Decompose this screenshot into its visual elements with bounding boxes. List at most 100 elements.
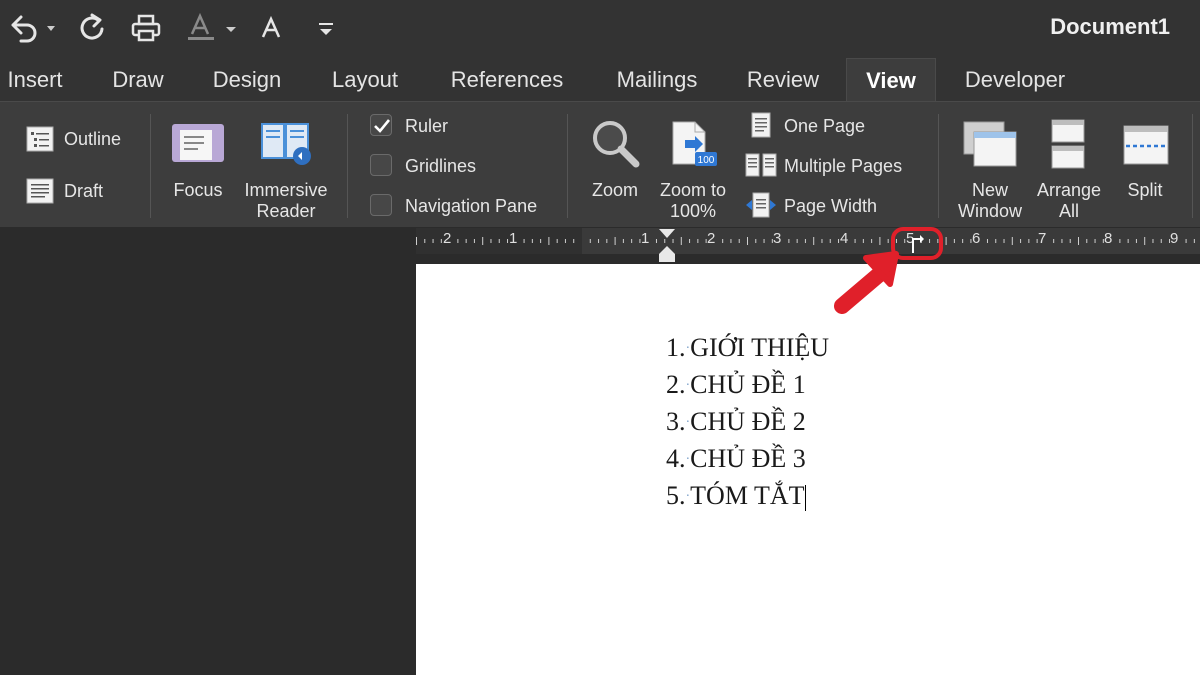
page-width-icon <box>746 192 776 218</box>
outline-icon <box>26 126 54 152</box>
horizontal-ruler[interactable]: 2 1 1 2 3 4 5 6 7 8 9 <box>416 228 1200 262</box>
checkmark-icon <box>374 119 391 133</box>
one-page-icon <box>751 112 771 138</box>
customize-toolbar-icon <box>319 23 333 35</box>
space-mark: · <box>685 452 691 467</box>
font-color-button[interactable] <box>184 10 240 46</box>
tab-review[interactable]: Review <box>738 58 828 102</box>
ribbon-view: Outline Draft Focus Immersive Reader Rul… <box>0 101 1200 227</box>
font-color-icon <box>188 12 236 40</box>
list-text: CHỦ ĐỀ 3 <box>690 444 806 473</box>
arrange-all-line2: All <box>1058 201 1079 221</box>
text-cursor <box>804 485 806 512</box>
list-text: CHỦ ĐỀ 2 <box>690 407 806 436</box>
space-mark: · <box>685 341 691 356</box>
list-number: 5. <box>666 481 686 510</box>
multiple-pages-label: Multiple Pages <box>784 156 903 176</box>
ruler-number: 1 <box>509 230 518 247</box>
arrange-all-label: Arrange All <box>1028 180 1110 222</box>
navigation-pane-label: Navigation Pane <box>405 196 538 216</box>
ribbon-separator <box>938 114 939 218</box>
immersive-reader-label: Immersive Reader <box>236 180 336 222</box>
gridlines-check-box[interactable] <box>370 154 392 176</box>
focus-label: Focus <box>173 180 223 200</box>
space-mark: · <box>685 489 691 504</box>
list-number: 2. <box>666 370 686 399</box>
draft-label: Draft <box>64 181 104 201</box>
space-mark: · <box>685 415 691 430</box>
list-item[interactable]: 3.·CHỦ ĐỀ 2 <box>666 406 829 443</box>
tab-references[interactable]: References <box>440 58 574 102</box>
ribbon-separator <box>347 114 348 218</box>
ruler-number: 2 <box>443 230 452 247</box>
zoom-label: Zoom <box>591 180 638 200</box>
list-item[interactable]: 1.·GIỚI THIỆU <box>666 332 829 369</box>
arrange-all-icon <box>1051 119 1085 169</box>
ruler-number: 1 <box>641 230 650 247</box>
new-window-icon <box>963 121 1017 167</box>
left-gray-area <box>0 254 416 675</box>
zoom-100-line2: 100% <box>669 201 717 221</box>
ruler-number: 2 <box>707 230 716 247</box>
new-window-line2: Window <box>957 201 1023 221</box>
print-button[interactable] <box>128 10 164 46</box>
list-number: 3. <box>666 407 686 436</box>
one-page-label: One Page <box>784 116 866 136</box>
tab-developer[interactable]: Developer <box>952 58 1078 102</box>
list-text: TÓM TẮT <box>690 481 805 510</box>
focus-icon <box>172 124 224 162</box>
ruler-number: 8 <box>1104 230 1113 247</box>
document-page[interactable]: 1.·GIỚI THIỆU 2.·CHỦ ĐỀ 1 3.·CHỦ ĐỀ 2 4.… <box>416 264 1200 675</box>
list-text: GIỚI THIỆU <box>690 333 830 362</box>
multiple-pages-icon <box>745 153 777 177</box>
immersive-reader-line1: Immersive <box>244 180 328 200</box>
ruler-label: Ruler <box>405 116 449 136</box>
navigation-pane-check-box[interactable] <box>370 194 392 216</box>
title-bar: Document1 <box>0 0 1200 58</box>
magnifier-icon <box>593 121 640 168</box>
list-item[interactable]: 2.·CHỦ ĐỀ 1 <box>666 369 829 406</box>
gridlines-label: Gridlines <box>405 156 477 176</box>
zoom-100-icon: 100 <box>672 121 717 166</box>
customize-toolbar-button[interactable] <box>312 10 340 46</box>
ruler-number: 7 <box>1038 230 1047 247</box>
tab-insert[interactable]: Insert <box>0 58 70 102</box>
print-icon <box>131 14 161 42</box>
split-label: Split <box>1127 180 1163 200</box>
numbered-list: 1.·GIỚI THIỆU 2.·CHỦ ĐỀ 1 3.·CHỦ ĐỀ 2 4.… <box>666 332 829 517</box>
tab-mailings[interactable]: Mailings <box>605 58 709 102</box>
outline-label: Outline <box>64 129 122 149</box>
document-title: Document1 <box>1050 14 1170 39</box>
undo-button[interactable] <box>6 10 56 46</box>
indent-marker-icon[interactable] <box>658 228 676 264</box>
font-icon <box>261 15 281 38</box>
list-item[interactable]: 5.·TÓM TẮT <box>666 480 829 517</box>
tab-view[interactable]: View <box>846 58 936 102</box>
list-number: 4. <box>666 444 686 473</box>
zoom-100-line1: Zoom to <box>659 180 727 200</box>
new-window-label: New Window <box>950 180 1030 222</box>
zoom-100-badge: 100 <box>698 155 715 166</box>
split-icon <box>1123 125 1169 165</box>
tab-draw[interactable]: Draw <box>100 58 176 102</box>
ruler-ticks <box>416 237 1195 245</box>
redo-icon <box>80 13 104 40</box>
page-width-label: Page Width <box>784 196 878 216</box>
list-number: 1. <box>666 333 686 362</box>
arrange-all-line1: Arrange <box>1036 180 1102 200</box>
immersive-reader-line2: Reader <box>256 201 316 221</box>
redo-button[interactable] <box>74 10 110 46</box>
ruler-number: 6 <box>972 230 981 247</box>
tab-design[interactable]: Design <box>200 58 294 102</box>
ruler-number: 3 <box>773 230 782 247</box>
space-mark: · <box>685 378 691 393</box>
undo-icon <box>11 15 55 43</box>
ribbon-tabs: Insert Draw Design Layout References Mai… <box>0 58 1200 102</box>
list-text: CHỦ ĐỀ 1 <box>690 370 806 399</box>
tab-layout[interactable]: Layout <box>320 58 410 102</box>
ribbon-separator <box>150 114 151 218</box>
annotation-arrow-icon <box>834 251 899 314</box>
list-item[interactable]: 4.·CHỦ ĐỀ 3 <box>666 443 829 480</box>
ruler-check-box[interactable] <box>370 114 392 136</box>
font-button[interactable] <box>256 10 286 46</box>
